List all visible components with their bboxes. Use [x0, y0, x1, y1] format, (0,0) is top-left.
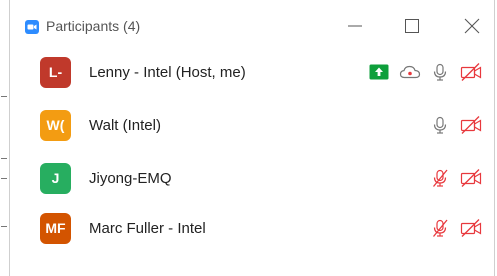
- background-window-edge: [0, 0, 9, 276]
- window-title: Participants (4): [46, 18, 141, 34]
- participant-row[interactable]: L- Lenny - Intel (Host, me): [10, 50, 494, 100]
- video-off-icon[interactable]: [460, 168, 482, 188]
- avatar: J: [40, 163, 71, 194]
- mic-muted-icon[interactable]: [430, 218, 450, 238]
- mic-icon[interactable]: [430, 62, 450, 82]
- zoom-video-icon: [25, 20, 39, 34]
- maximize-icon: [405, 19, 419, 33]
- avatar: MF: [40, 213, 71, 244]
- participant-name: Walt (Intel): [89, 117, 161, 134]
- mic-icon[interactable]: [430, 115, 450, 135]
- participant-row[interactable]: J Jiyong-EMQ: [10, 156, 494, 206]
- maximize-button[interactable]: [400, 14, 424, 38]
- participant-name: Jiyong-EMQ: [89, 170, 172, 187]
- minimize-icon: [348, 25, 362, 27]
- video-off-icon[interactable]: [460, 62, 482, 82]
- video-off-icon[interactable]: [460, 115, 482, 135]
- close-icon: [464, 18, 480, 34]
- avatar: W(: [40, 110, 71, 141]
- cloud-recording-icon: [399, 64, 421, 84]
- minimize-button[interactable]: [343, 14, 367, 38]
- participant-name: Lenny - Intel (Host, me): [89, 64, 246, 81]
- participant-row[interactable]: W( Walt (Intel): [10, 103, 494, 153]
- title-bar: Participants (4): [10, 0, 494, 50]
- participant-name: Marc Fuller - Intel: [89, 220, 206, 237]
- close-button[interactable]: [460, 14, 484, 38]
- avatar: L-: [40, 57, 71, 88]
- mic-muted-icon[interactable]: [430, 168, 450, 188]
- participant-row[interactable]: MF Marc Fuller - Intel: [10, 206, 494, 256]
- video-off-icon[interactable]: [460, 218, 482, 238]
- share-screen-icon: [369, 64, 389, 84]
- participants-window: Participants (4) L- Lenny - Intel (Host, …: [9, 0, 495, 276]
